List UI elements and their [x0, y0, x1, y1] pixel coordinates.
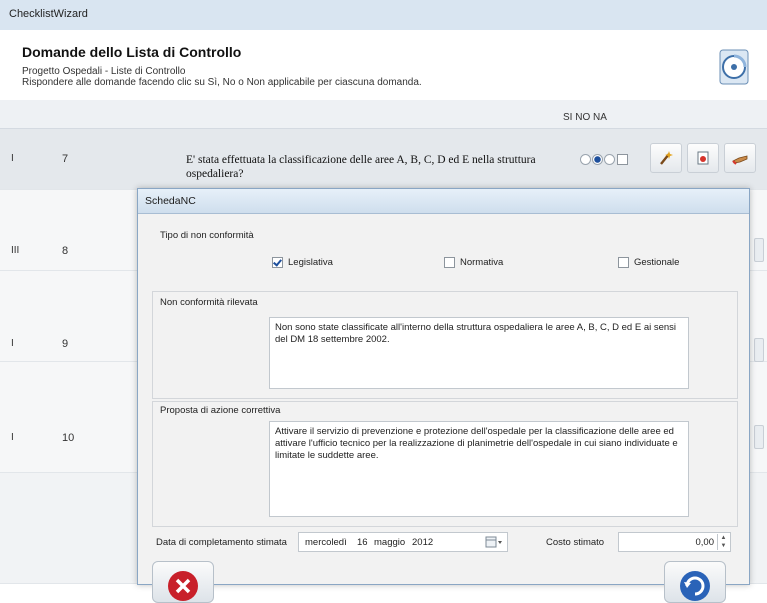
- calendar-icon[interactable]: [485, 535, 503, 549]
- window-title-bar: ChecklistWizard: [0, 0, 767, 31]
- answer-flag-checkbox[interactable]: [617, 154, 628, 165]
- date-month: maggio: [374, 537, 406, 548]
- confirm-button[interactable]: [664, 561, 726, 603]
- cost-value: 0,00: [695, 537, 715, 548]
- type-label: Tipo di non conformità: [160, 230, 254, 241]
- window-title: ChecklistWizard: [9, 8, 88, 20]
- document-icon: [697, 151, 709, 165]
- completion-date-picker[interactable]: mercoledì 16 maggio 2012: [298, 532, 508, 552]
- detected-label: Non conformità rilevata: [160, 297, 258, 308]
- question-text: E' stata effettuata la classificazione d…: [186, 154, 536, 180]
- answer-no-radio[interactable]: [592, 154, 603, 165]
- legislativa-label: Legislativa: [288, 257, 333, 268]
- dialog-title-bar: SchedaNC: [138, 189, 749, 214]
- date-year: 2012: [412, 537, 434, 548]
- page-subtitle: Progetto Ospedali - Liste di Controllo: [22, 66, 186, 77]
- page-instructions: Rispondere alle domande facendo clic su …: [22, 77, 422, 88]
- question-number: 9: [62, 338, 69, 350]
- detected-textarea[interactable]: Non sono state classificate all'interno …: [269, 317, 689, 389]
- question-row[interactable]: I 7 E' stata effettuata la classificazio…: [0, 129, 767, 190]
- scheda-nc-dialog: SchedaNC Tipo di non conformità Legislat…: [137, 188, 750, 603]
- document-tool-button[interactable]: [687, 143, 719, 173]
- gestionale-checkbox[interactable]: [618, 257, 629, 268]
- refresh-confirm-icon: [680, 571, 710, 601]
- dialog-title: SchedaNC: [145, 195, 196, 207]
- question-level: I: [11, 432, 14, 443]
- gestionale-label: Gestionale: [634, 257, 680, 268]
- question-level: I: [11, 153, 14, 164]
- wand-icon: [660, 151, 673, 165]
- answer-si-radio[interactable]: [580, 154, 591, 165]
- cost-input[interactable]: 0,00 ▲ ▼: [618, 532, 731, 552]
- normativa-label: Normativa: [460, 257, 504, 268]
- question-number: 8: [62, 245, 69, 257]
- cost-label: Costo stimato: [546, 537, 605, 548]
- legislativa-checkbox[interactable]: [272, 257, 283, 268]
- date-label: Data di completamento stimata: [156, 537, 287, 548]
- cancel-icon: [168, 571, 198, 601]
- row-action-button[interactable]: [754, 238, 764, 262]
- question-number: 10: [62, 432, 75, 444]
- hand-icon: [732, 155, 748, 165]
- normativa-checkbox[interactable]: [444, 257, 455, 268]
- action-textarea[interactable]: Attivare il servizio di prevenzione e pr…: [269, 421, 689, 517]
- edit-tool-button[interactable]: [650, 143, 682, 173]
- answer-columns-label: SI NO NA: [563, 112, 607, 123]
- cancel-button[interactable]: [152, 561, 214, 603]
- hand-tool-button[interactable]: [724, 143, 756, 173]
- question-level: III: [11, 245, 20, 256]
- row-action-button[interactable]: [754, 425, 764, 449]
- spinner-arrows-icon[interactable]: ▲ ▼: [717, 534, 729, 550]
- cd-wizard-icon: [718, 48, 752, 88]
- answer-na-radio[interactable]: [604, 154, 615, 165]
- question-level: I: [11, 338, 14, 349]
- question-number: 7: [62, 153, 69, 165]
- date-day: 16: [357, 537, 368, 548]
- date-weekday: mercoledì: [305, 537, 347, 548]
- wizard-header: Domande dello Lista di Controllo Progett…: [0, 30, 767, 100]
- row-action-button[interactable]: [754, 338, 764, 362]
- answer-column-header: SI NO NA: [0, 100, 767, 129]
- page-title: Domande dello Lista di Controllo: [22, 44, 242, 60]
- action-label: Proposta di azione correttiva: [160, 405, 281, 416]
